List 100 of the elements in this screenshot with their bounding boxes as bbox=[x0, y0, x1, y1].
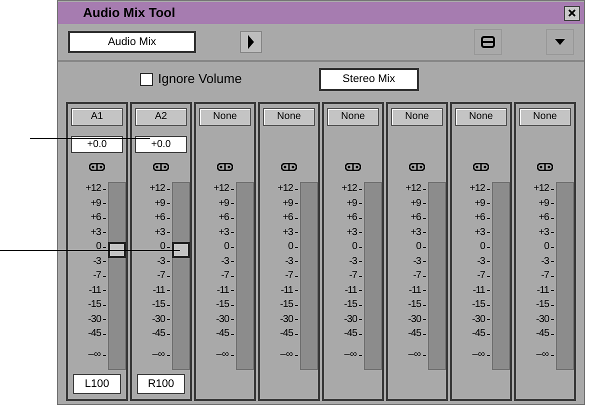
ignore-volume-checkbox[interactable] bbox=[140, 72, 153, 86]
tick-mark bbox=[487, 276, 490, 277]
scale-label: -30 bbox=[536, 312, 549, 326]
scale-label: +12 bbox=[150, 182, 165, 196]
tick-mark bbox=[487, 218, 490, 219]
scale-label: +12 bbox=[214, 182, 229, 196]
mix-name-field[interactable]: Audio Mix bbox=[68, 31, 196, 53]
tick-mark bbox=[487, 188, 490, 190]
scale-label: +12 bbox=[406, 182, 421, 196]
scale-label: –∞ bbox=[536, 348, 549, 362]
volume-field[interactable]: +0.0 bbox=[71, 136, 123, 152]
channel-button[interactable]: None bbox=[455, 108, 507, 126]
channel-button[interactable]: None bbox=[327, 108, 379, 126]
scale-label: -30 bbox=[408, 312, 421, 326]
link-icon[interactable] bbox=[345, 163, 361, 171]
scale-label: +3 bbox=[218, 226, 229, 240]
layout-icon[interactable] bbox=[481, 36, 495, 48]
scale-label: -30 bbox=[280, 312, 293, 326]
scale-label: -30 bbox=[152, 312, 165, 326]
tick-mark bbox=[551, 304, 554, 306]
fader-thumb[interactable] bbox=[172, 242, 190, 258]
tick-mark bbox=[167, 188, 170, 190]
scale-label: -3 bbox=[221, 254, 229, 268]
link-icon[interactable] bbox=[473, 163, 489, 171]
scale-label: -15 bbox=[344, 298, 357, 312]
scale-label: +3 bbox=[410, 226, 421, 240]
tick-mark bbox=[295, 304, 298, 306]
tick-mark bbox=[423, 246, 426, 248]
scale-label: +6 bbox=[538, 211, 549, 225]
pan-field[interactable]: L100 bbox=[73, 374, 121, 394]
tick-mark bbox=[103, 246, 106, 248]
link-icon[interactable] bbox=[153, 163, 169, 171]
scale-label: +6 bbox=[90, 211, 101, 225]
channel-button[interactable]: None bbox=[199, 108, 251, 126]
scale-label: -45 bbox=[472, 327, 485, 341]
tick-mark bbox=[231, 334, 234, 335]
scale-label: +12 bbox=[342, 182, 357, 196]
link-icon[interactable] bbox=[217, 163, 233, 171]
window-title: Audio Mix Tool bbox=[83, 4, 176, 22]
tick-mark bbox=[231, 246, 234, 248]
link-icon[interactable] bbox=[537, 163, 553, 171]
channel-button[interactable]: None bbox=[519, 108, 571, 126]
channel-button[interactable]: A2 bbox=[135, 108, 187, 126]
play-button[interactable] bbox=[240, 31, 262, 53]
tick-mark bbox=[167, 304, 170, 306]
link-icon[interactable] bbox=[89, 163, 105, 171]
tick-mark bbox=[103, 304, 106, 306]
scale-label: -7 bbox=[349, 269, 357, 283]
tick-mark bbox=[103, 276, 106, 277]
stereo-mix-button[interactable]: Stereo Mix bbox=[318, 68, 419, 90]
close-icon bbox=[568, 9, 576, 17]
tick-mark bbox=[359, 334, 362, 335]
tick-mark bbox=[231, 218, 234, 219]
scale-label: 0 bbox=[416, 240, 421, 254]
channel-button[interactable]: None bbox=[263, 108, 315, 126]
tick-mark bbox=[359, 218, 362, 219]
link-icon[interactable] bbox=[409, 163, 425, 171]
scale-label: +6 bbox=[346, 211, 357, 225]
scale-label: -11 bbox=[408, 284, 421, 298]
scale-label: -11 bbox=[88, 284, 101, 298]
channel-button[interactable]: A1 bbox=[71, 108, 123, 126]
channel-button[interactable]: None bbox=[391, 108, 443, 126]
tick-mark bbox=[551, 334, 554, 335]
dropdown-icon[interactable] bbox=[555, 39, 565, 45]
scale-label: +9 bbox=[410, 196, 421, 210]
scale-label: -45 bbox=[152, 327, 165, 341]
scale-label: +3 bbox=[346, 226, 357, 240]
scale-label: -15 bbox=[536, 298, 549, 312]
tick-mark bbox=[423, 188, 426, 190]
tick-mark bbox=[295, 246, 298, 248]
scale-label: 0 bbox=[480, 240, 485, 254]
scale-label: –∞ bbox=[152, 348, 165, 362]
pan-field[interactable]: R100 bbox=[137, 374, 185, 394]
scale-label: 0 bbox=[352, 240, 357, 254]
scale-label: -3 bbox=[413, 254, 421, 268]
scale-label: -30 bbox=[216, 312, 229, 326]
link-icon[interactable] bbox=[281, 163, 297, 171]
fader-thumb[interactable] bbox=[108, 242, 126, 258]
scale-label: -30 bbox=[88, 312, 101, 326]
tick-mark bbox=[423, 276, 426, 277]
scale-label: +3 bbox=[474, 226, 485, 240]
scale-label: -45 bbox=[536, 327, 549, 341]
tick-mark bbox=[231, 276, 234, 277]
volume-field[interactable]: +0.0 bbox=[135, 136, 187, 152]
scale-label: -3 bbox=[349, 254, 357, 268]
scale-label: +3 bbox=[154, 226, 165, 240]
tick-mark bbox=[295, 334, 298, 335]
scale-label: +6 bbox=[154, 211, 165, 225]
scale-label: 0 bbox=[288, 240, 293, 254]
scale-label: -15 bbox=[152, 298, 165, 312]
tick-mark bbox=[551, 218, 554, 219]
scale-label: -11 bbox=[344, 284, 357, 298]
scale-label: +12 bbox=[470, 182, 485, 196]
scale-label: +3 bbox=[282, 226, 293, 240]
close-button[interactable] bbox=[564, 6, 580, 20]
scale-label: -11 bbox=[216, 284, 229, 298]
scale-label: –∞ bbox=[216, 348, 229, 362]
scale-label: -3 bbox=[93, 254, 101, 268]
tick-mark bbox=[423, 334, 426, 335]
scale-label: –∞ bbox=[280, 348, 293, 362]
